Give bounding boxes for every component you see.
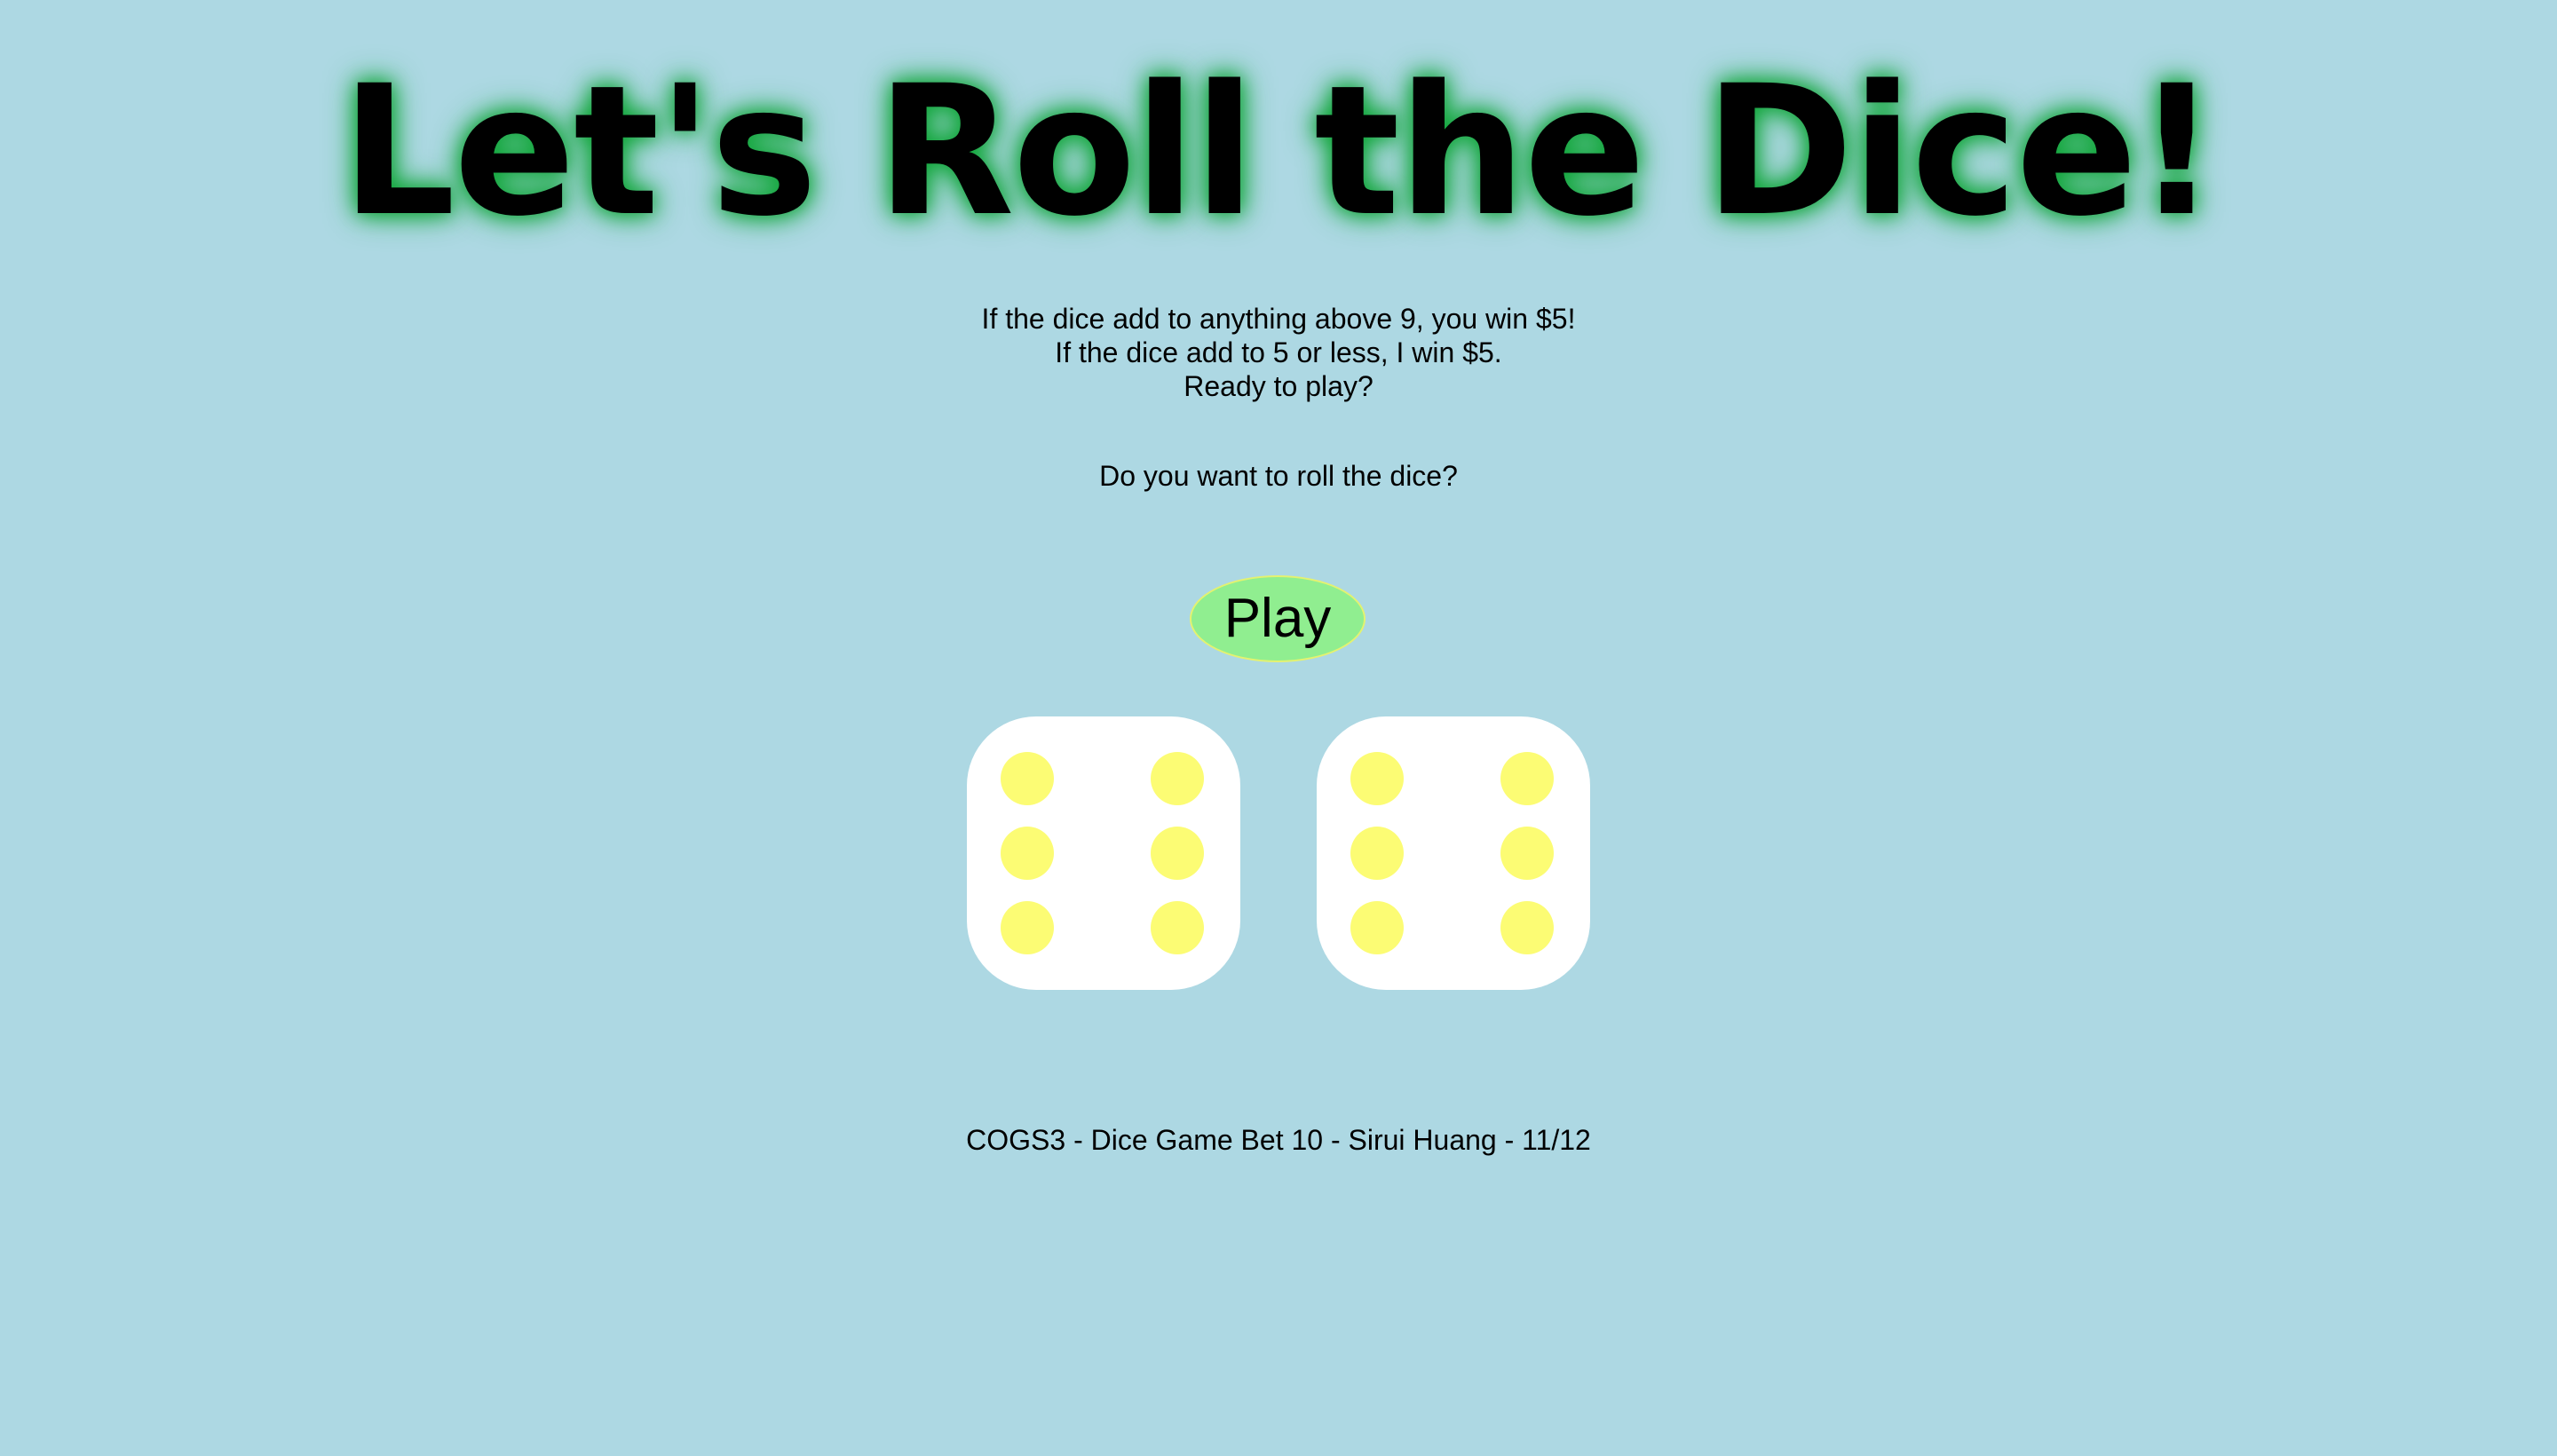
- rules-text: If the dice add to anything above 9, you…: [0, 302, 2557, 403]
- die-pip: [1500, 752, 1554, 805]
- die-pip: [1350, 827, 1404, 880]
- rule-line-1: If the dice add to anything above 9, you…: [981, 303, 1576, 335]
- die-pip: [1151, 827, 1204, 880]
- footer-credits: COGS3 - Dice Game Bet 10 - Sirui Huang -…: [966, 1124, 1591, 1156]
- rule-line-2: If the dice add to 5 or less, I win $5.: [1055, 336, 1502, 368]
- die-pip: [1001, 827, 1054, 880]
- page-title: Let's Roll the Dice!: [341, 46, 2217, 256]
- die-right: [1317, 716, 1590, 990]
- die-left: [967, 716, 1240, 990]
- die-pip: [1500, 827, 1554, 880]
- die-pip: [1350, 901, 1404, 954]
- die-pip: [1350, 752, 1404, 805]
- die-pip: [1151, 752, 1204, 805]
- rule-line-3: Ready to play?: [1184, 370, 1373, 402]
- die-pip: [1001, 752, 1054, 805]
- die-pip: [1500, 901, 1554, 954]
- die-pip: [1151, 901, 1204, 954]
- die-pip: [1001, 901, 1054, 954]
- roll-question: Do you want to roll the dice?: [1099, 460, 1458, 492]
- play-button[interactable]: Play: [1190, 575, 1366, 662]
